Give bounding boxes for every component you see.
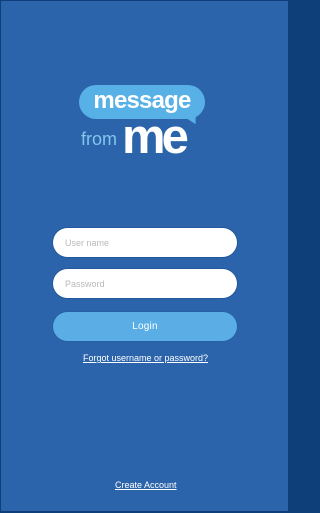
password-input[interactable]	[53, 269, 237, 298]
username-input[interactable]	[53, 228, 237, 257]
logo-word-from: from	[81, 129, 117, 149]
login-screen: message from me Login Forgot username or…	[1, 1, 288, 511]
forgot-credentials-link[interactable]: Forgot username or password?	[83, 353, 208, 364]
login-button[interactable]: Login	[53, 312, 237, 341]
logo-word-me: me	[122, 110, 189, 164]
message-from-me-logo: message from me	[77, 85, 211, 164]
create-account-link[interactable]: Create Account	[115, 480, 177, 491]
